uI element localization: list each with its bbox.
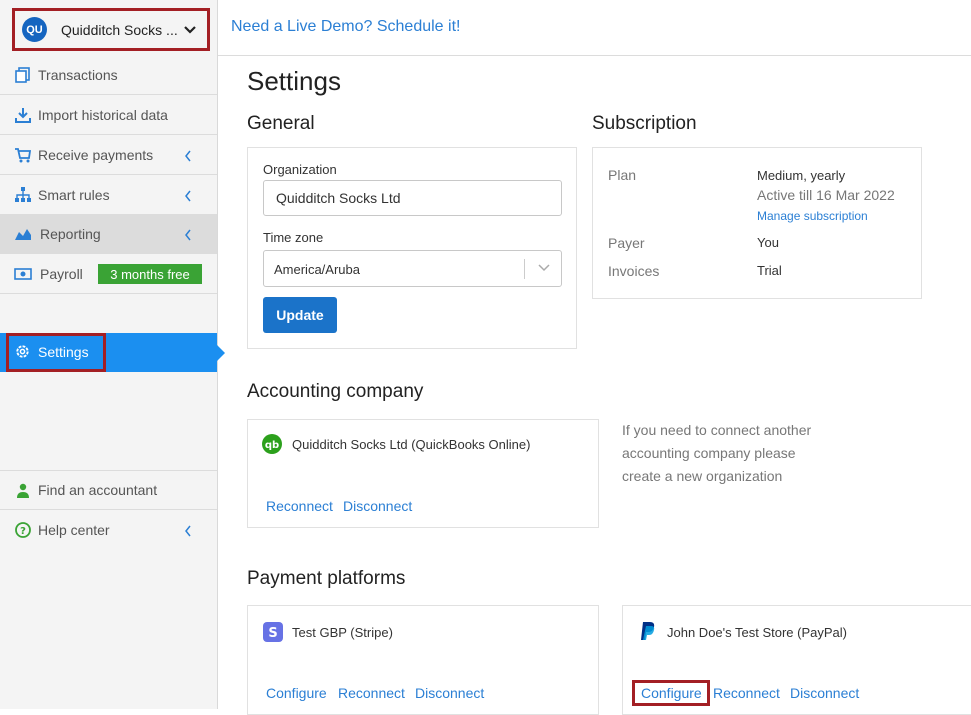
paypal-reconnect-link[interactable]: Reconnect [713,685,780,701]
general-heading: General [247,113,315,134]
sidebar-item-transactions[interactable]: Transactions [0,55,217,95]
chevron-left-icon [185,190,191,202]
money-icon [14,268,32,280]
paypal-disconnect-link[interactable]: Disconnect [790,685,859,701]
payer-label: Payer [608,235,645,251]
accounting-company-name: Quidditch Socks Ltd (QuickBooks Online) [292,437,531,452]
stripe-name: Test GBP (Stripe) [292,625,393,640]
plan-value: Medium, yearly [757,168,846,183]
plan-label: Plan [608,167,637,183]
select-separator [524,259,525,279]
sidebar-item-label: Payroll [40,265,83,282]
stripe-reconnect-link[interactable]: Reconnect [338,685,405,701]
invoices-label: Invoices [608,263,660,279]
org-avatar: QU [22,17,47,42]
sidebar-item-help-center[interactable]: ? Help center [0,510,217,550]
chevron-down-icon [538,264,550,272]
sidebar-item-label: Receive payments [38,146,154,163]
chevron-down-icon [184,26,196,34]
sidebar-item-payroll[interactable]: Payroll 3 months free [0,254,217,294]
sidebar-item-label: Smart rules [38,186,110,203]
accounting-disconnect-link[interactable]: Disconnect [343,498,412,514]
stripe-configure-link[interactable]: Configure [266,685,327,701]
download-icon [15,108,31,123]
sidebar-item-label: Transactions [38,66,118,83]
accounting-reconnect-link[interactable]: Reconnect [266,498,333,514]
paypal-name: John Doe's Test Store (PayPal) [667,625,847,640]
timezone-value: America/Aruba [274,262,360,277]
manage-subscription-link[interactable]: Manage subscription [757,209,868,223]
sidebar-item-label: Import historical data [38,106,168,123]
svg-text:qb: qb [265,440,279,451]
accounting-heading: Accounting company [247,381,424,402]
chevron-left-icon [185,229,191,241]
sidebar-item-smart-rules[interactable]: Smart rules [0,175,217,215]
timezone-select[interactable]: America/Aruba [263,250,562,287]
stripe-icon: S [263,622,283,642]
copy-icon [15,67,30,83]
organization-label: Organization [263,162,337,177]
sidebar-item-label: Help center [38,522,110,538]
page-title: Settings [247,66,341,96]
user-icon [17,483,29,498]
org-name: Quidditch Socks ... [61,21,178,38]
sidebar-item-label: Reporting [40,225,101,242]
accounting-help-text: If you need to connect another accountin… [622,419,811,488]
help-line: create a new organization [622,468,783,484]
organization-switcher[interactable]: QU Quidditch Socks ... [12,8,210,51]
invoices-value: Trial [757,263,782,278]
question-icon: ? [15,522,31,538]
sidebar-item-import[interactable]: Import historical data [0,95,217,135]
configure-highlight [632,680,710,706]
cart-icon [15,148,32,163]
payroll-free-badge: 3 months free [98,264,202,284]
organization-input[interactable] [263,180,562,216]
help-line: If you need to connect another [622,422,812,438]
svg-text:?: ? [20,526,26,537]
quickbooks-icon: qb [262,434,282,454]
timezone-label: Time zone [263,230,324,245]
live-demo-link[interactable]: Need a Live Demo? Schedule it! [231,18,460,36]
top-bar: Need a Live Demo? Schedule it! [218,0,971,56]
sidebar-item-receive-payments[interactable]: Receive payments [0,135,217,175]
payment-heading: Payment platforms [247,568,406,589]
active-till-text: Active till 16 Mar 2022 [757,187,895,203]
payer-value: You [757,235,779,250]
settings-highlight [6,333,106,372]
area-chart-icon [15,229,31,240]
paypal-icon [641,622,655,640]
update-button[interactable]: Update [263,297,337,333]
hierarchy-icon [15,187,31,202]
chevron-left-icon [185,525,191,537]
sidebar-item-find-accountant[interactable]: Find an accountant [0,470,217,510]
chevron-left-icon [185,150,191,162]
sidebar-item-label: Find an accountant [38,482,158,498]
subscription-heading: Subscription [592,113,697,134]
help-line: accounting company please [622,445,796,461]
stripe-disconnect-link[interactable]: Disconnect [415,685,484,701]
sidebar: QU Quidditch Socks ... Transactions Impo… [0,0,225,709]
sidebar-item-reporting[interactable]: Reporting [0,214,217,254]
svg-text:S: S [268,626,277,641]
